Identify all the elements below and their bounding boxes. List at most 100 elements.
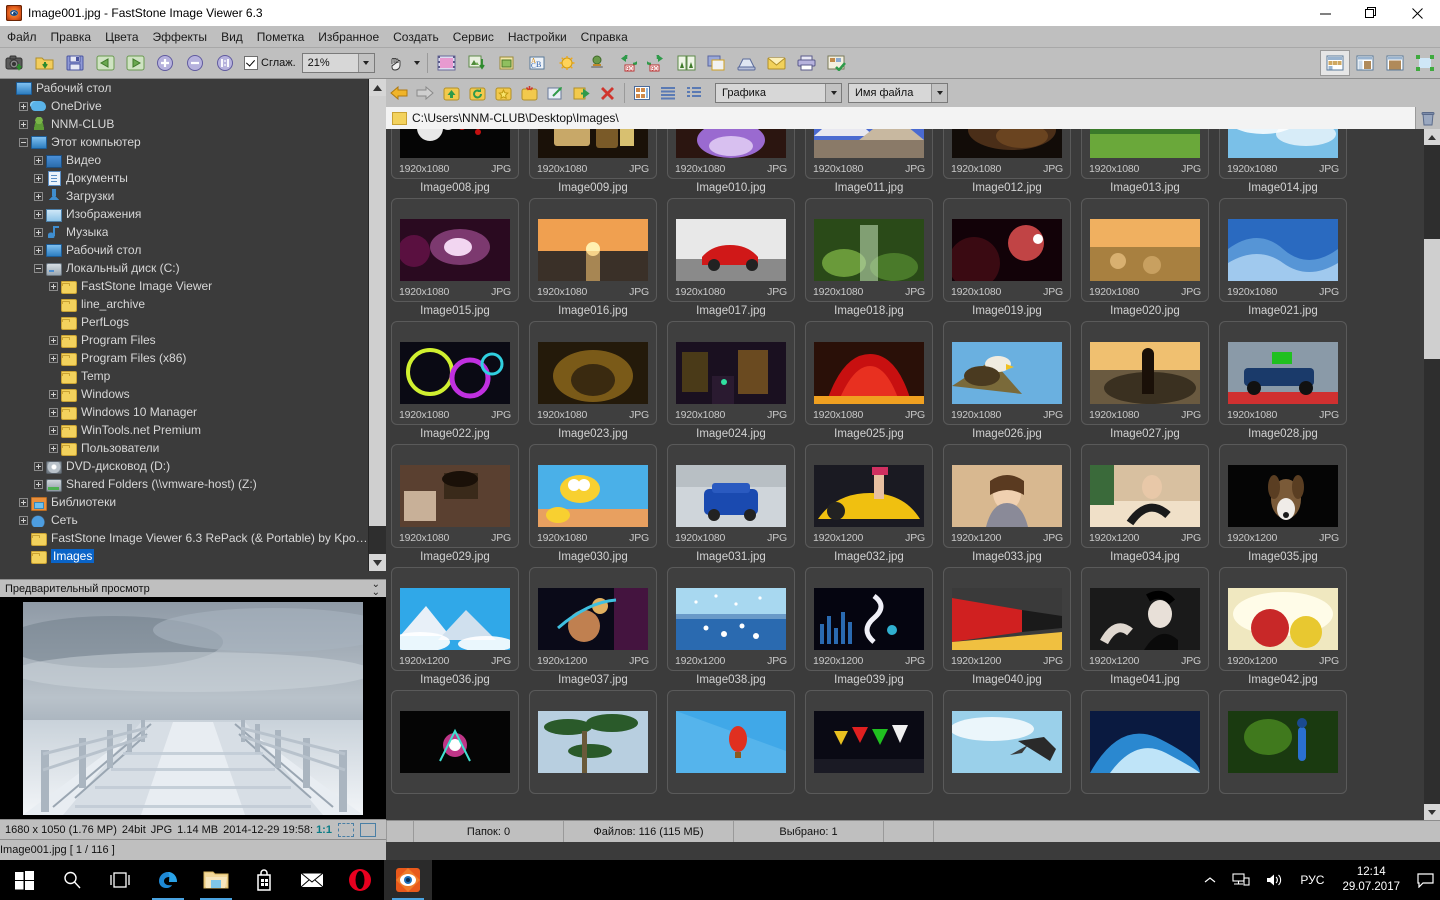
tree-expand-icon[interactable]	[49, 426, 58, 435]
chevron-double-down-icon[interactable]: ⌄⌄	[372, 581, 380, 597]
thumbnail-box[interactable]	[1219, 690, 1347, 794]
menu-item-создать[interactable]: Создать	[386, 28, 446, 46]
tree-item[interactable]: WinTools.net Premium	[0, 421, 369, 439]
thumbnail-cell[interactable]: 1920x1080JPGImage018.jpg	[800, 194, 938, 317]
zoom-in-icon[interactable]	[150, 50, 180, 76]
red-eye-icon[interactable]	[582, 50, 612, 76]
fullscreen-icon[interactable]	[1410, 50, 1440, 76]
tree-item[interactable]: Библиотеки	[0, 493, 369, 511]
thumbnail-box[interactable]: 1920x1080JPG	[943, 198, 1071, 302]
thumbnail-box[interactable]	[529, 690, 657, 794]
maximize-button[interactable]	[1348, 0, 1394, 26]
thumbnail-cell[interactable]: 1920x1200JPGImage041.jpg	[1076, 563, 1214, 686]
actual-size-icon[interactable]	[210, 50, 240, 76]
thumbnail-cell[interactable]: 1920x1080JPGImage023.jpg	[524, 317, 662, 440]
edge-button[interactable]	[144, 860, 192, 900]
thumbnail-cell[interactable]	[1076, 686, 1214, 797]
sort-arrow[interactable]	[931, 84, 947, 102]
sort-combo[interactable]: Имя файла	[848, 83, 948, 103]
tree-item[interactable]: Рабочий стол	[0, 241, 369, 259]
smoothing-checkbox[interactable]: Сглаж.	[244, 56, 296, 70]
thumbnail-cell[interactable]: 1920x1080JPGImage026.jpg	[938, 317, 1076, 440]
thumbnail-cell[interactable]: 1920x1080JPGImage015.jpg	[386, 194, 524, 317]
thumbnail-box[interactable]	[1081, 690, 1209, 794]
previous-icon[interactable]	[90, 50, 120, 76]
thumbnail-box[interactable]: 1920x1080JPG	[805, 198, 933, 302]
slideshow-icon[interactable]	[432, 50, 462, 76]
cut-icon[interactable]	[542, 81, 568, 105]
thumbnail-box[interactable]: 1920x1080JPG	[391, 444, 519, 548]
thumbnail-cell[interactable]: 1920x1200JPGImage035.jpg	[1214, 440, 1352, 563]
sort-value[interactable]: Имя файла	[849, 84, 931, 102]
tree-expand-icon[interactable]	[19, 498, 28, 507]
file-filter-value[interactable]: Графика	[716, 84, 825, 102]
recycle-bin-icon[interactable]	[1415, 107, 1440, 129]
thumbnail-box[interactable]: 1920x1080JPG	[805, 129, 933, 179]
thumbnail-box[interactable]: 1920x1200JPG	[805, 567, 933, 671]
tree-expand-icon[interactable]	[49, 336, 58, 345]
tree-expand-icon[interactable]	[34, 228, 43, 237]
clock[interactable]: 12:14 29.07.2017	[1332, 860, 1410, 900]
tree-collapse-icon[interactable]	[34, 264, 43, 273]
thumbnail-cell[interactable]: 1920x1080JPGImage009.jpg	[524, 129, 662, 194]
thumbnail-box[interactable]: 1920x1080JPG	[943, 129, 1071, 179]
thumbnail-cell[interactable]	[800, 686, 938, 797]
opera-button[interactable]	[336, 860, 384, 900]
explorer-button[interactable]	[192, 860, 240, 900]
path-value[interactable]: C:\Users\NNM-CLUB\Desktop\Images\	[412, 111, 619, 125]
thumbnail-box[interactable]: 1920x1080JPG	[1219, 321, 1347, 425]
drop-shadow-icon[interactable]	[702, 50, 732, 76]
contact-sheet-icon[interactable]	[822, 50, 852, 76]
filmstrip-view-icon[interactable]	[1350, 50, 1380, 76]
tree-expand-icon[interactable]	[49, 408, 58, 417]
file-filter-arrow[interactable]	[825, 84, 841, 102]
thumbnail-box[interactable]: 1920x1080JPG	[667, 444, 795, 548]
preview-view-icon[interactable]	[1380, 50, 1410, 76]
tree-expand-icon[interactable]	[19, 102, 28, 111]
compare-icon[interactable]	[462, 50, 492, 76]
thumbnail-box[interactable]: 1920x1080JPG	[391, 129, 519, 179]
thumbnail-cell[interactable]: 1920x1080JPGImage031.jpg	[662, 440, 800, 563]
tree-collapse-icon[interactable]	[19, 138, 28, 147]
thumbnail-cell[interactable]: 1920x1200JPGImage037.jpg	[524, 563, 662, 686]
close-button[interactable]	[1394, 0, 1440, 26]
start-button[interactable]	[0, 860, 48, 900]
thumbnail-view-icon[interactable]	[1320, 50, 1350, 76]
task-view-button[interactable]	[96, 860, 144, 900]
up-icon[interactable]	[438, 81, 464, 105]
menu-item-настройки[interactable]: Настройки	[501, 28, 574, 46]
tree-item[interactable]: PerfLogs	[0, 313, 369, 331]
tree-item[interactable]: Загрузки	[0, 187, 369, 205]
preview-image-panel[interactable]	[0, 597, 386, 819]
tree-item[interactable]: Temp	[0, 367, 369, 385]
thumbnail-box[interactable]: 1920x1080JPG	[667, 198, 795, 302]
menu-item-цвета[interactable]: Цвета	[98, 28, 145, 46]
thumbnail-cell[interactable]: 1920x1080JPGImage013.jpg	[1076, 129, 1214, 194]
thumbnail-box[interactable]	[805, 690, 933, 794]
thumbnail-box[interactable]: 1920x1200JPG	[805, 444, 933, 548]
tree-item[interactable]: Пользователи	[0, 439, 369, 457]
menu-item-файл[interactable]: Файл	[0, 28, 44, 46]
tree-expand-icon[interactable]	[34, 462, 43, 471]
menu-item-избранное[interactable]: Избранное	[311, 28, 386, 46]
tree-item[interactable]: Сеть	[0, 511, 369, 529]
thumbnail-box[interactable]: 1920x1080JPG	[529, 444, 657, 548]
thumbnail-box[interactable]: 1920x1200JPG	[529, 567, 657, 671]
thumbnail-cell[interactable]: 1920x1080JPGImage021.jpg	[1214, 194, 1352, 317]
file-filter-combo[interactable]: Графика	[715, 83, 842, 103]
thumbnail-box[interactable]: 1920x1200JPG	[1219, 567, 1347, 671]
tree-expand-icon[interactable]	[49, 444, 58, 453]
grid-scroll-thumb[interactable]	[1424, 239, 1440, 359]
favorites-icon[interactable]	[490, 81, 516, 105]
tree-item[interactable]: Windows 10 Manager	[0, 403, 369, 421]
adjust-lighting-icon[interactable]	[552, 50, 582, 76]
thumbnail-cell[interactable]: 1920x1200JPGImage032.jpg	[800, 440, 938, 563]
zoom-out-icon[interactable]	[180, 50, 210, 76]
search-button[interactable]	[48, 860, 96, 900]
thumbnail-box[interactable]	[667, 690, 795, 794]
thumbnail-box[interactable]: 1920x1200JPG	[391, 567, 519, 671]
tree-expand-icon[interactable]	[34, 210, 43, 219]
thumbnail-cell[interactable]: 1920x1080JPGImage022.jpg	[386, 317, 524, 440]
thumbnail-cell[interactable]: 1920x1080JPGImage011.jpg	[800, 129, 938, 194]
thumbnail-box[interactable]: 1920x1200JPG	[1081, 444, 1209, 548]
